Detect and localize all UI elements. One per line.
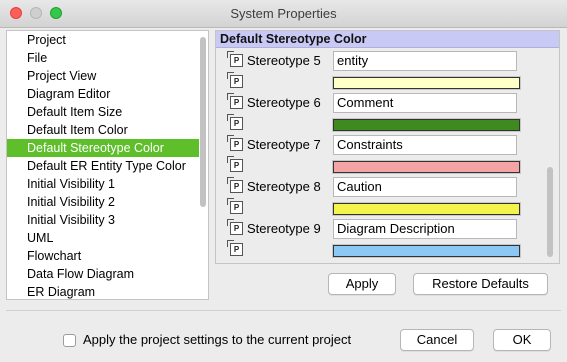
apply-project-settings-label: Apply the project settings to the curren… <box>83 332 352 347</box>
category-item[interactable]: Default Item Size <box>7 103 199 121</box>
category-item[interactable]: Initial Visibility 1 <box>7 175 199 193</box>
category-list-scrollbar[interactable] <box>200 37 206 207</box>
property-icon: P <box>227 93 243 109</box>
footer-divider <box>6 310 561 311</box>
stereotype-rows: P Stereotype 5 entity P P Stereotype 6 Comment… <box>216 51 546 261</box>
category-item[interactable]: Flowchart <box>7 247 199 265</box>
property-icon: P <box>227 240 243 256</box>
category-item[interactable]: Default ER Entity Type Color <box>7 157 199 175</box>
stereotype-label: Stereotype 9 <box>247 221 321 236</box>
system-properties-window: System Properties Project File Project Vie… <box>0 0 567 362</box>
property-icon: P <box>227 156 243 172</box>
stereotype-name-field[interactable]: Diagram Description <box>333 219 517 239</box>
category-item[interactable]: Initial Visibility 2 <box>7 193 199 211</box>
stereotype-color-swatch[interactable] <box>332 202 521 216</box>
category-item[interactable]: Project <box>7 31 199 49</box>
restore-defaults-button[interactable]: Restore Defaults <box>413 273 548 295</box>
property-icon: P <box>227 72 243 88</box>
stereotype-name-field[interactable]: entity <box>333 51 517 71</box>
category-item[interactable]: Data Flow Diagram <box>7 265 199 283</box>
category-item[interactable]: Initial Visibility 3 <box>7 211 199 229</box>
stereotype-row: P Stereotype 7 Constraints <box>216 135 546 156</box>
stereotype-name-field[interactable]: Comment <box>333 93 517 113</box>
stereotype-name-field[interactable]: Caution <box>333 177 517 197</box>
settings-panel: Default Stereotype Color P Stereotype 5 en… <box>215 30 560 264</box>
stereotype-color-swatch[interactable] <box>332 160 521 174</box>
stereotype-color-row: P <box>216 72 546 93</box>
ok-button[interactable]: OK <box>493 329 551 351</box>
category-list-panel: Project File Project View Diagram Editor Def… <box>6 30 209 300</box>
stereotype-color-row: P <box>216 156 546 177</box>
property-icon: P <box>227 114 243 130</box>
stereotype-row: P Stereotype 6 Comment <box>216 93 546 114</box>
stereotype-color-row: P <box>216 240 546 261</box>
category-item[interactable]: ER Diagram <box>7 283 199 299</box>
apply-button[interactable]: Apply <box>328 273 396 295</box>
apply-project-settings-checkbox[interactable] <box>63 334 76 347</box>
settings-panel-header: Default Stereotype Color <box>216 31 559 48</box>
stereotype-label: Stereotype 5 <box>247 53 321 68</box>
stereotype-color-row: P <box>216 114 546 135</box>
stereotype-label: Stereotype 7 <box>247 137 321 152</box>
property-icon: P <box>227 198 243 214</box>
cancel-button[interactable]: Cancel <box>400 329 474 351</box>
stereotype-row: P Stereotype 9 Diagram Description <box>216 219 546 240</box>
stereotype-row: P Stereotype 8 Caution <box>216 177 546 198</box>
category-item[interactable]: File <box>7 49 199 67</box>
property-icon: P <box>227 135 243 151</box>
stereotype-color-row: P <box>216 198 546 219</box>
stereotype-label: Stereotype 8 <box>247 179 321 194</box>
category-item[interactable]: Default Stereotype Color <box>7 139 199 157</box>
stereotype-name-field[interactable]: Constraints <box>333 135 517 155</box>
stereotype-label: Stereotype 6 <box>247 95 321 110</box>
category-item[interactable]: Default Item Color <box>7 121 199 139</box>
category-item[interactable]: Project View <box>7 67 199 85</box>
property-icon: P <box>227 51 243 67</box>
property-icon: P <box>227 219 243 235</box>
category-list: Project File Project View Diagram Editor Def… <box>7 31 199 299</box>
settings-panel-scrollbar[interactable] <box>547 167 553 257</box>
stereotype-color-swatch[interactable] <box>332 76 521 90</box>
stereotype-color-swatch[interactable] <box>332 244 521 258</box>
stereotype-row: P Stereotype 5 entity <box>216 51 546 72</box>
stereotype-color-swatch[interactable] <box>332 118 521 132</box>
category-item[interactable]: UML <box>7 229 199 247</box>
window-title: System Properties <box>230 6 337 21</box>
category-item[interactable]: Diagram Editor <box>7 85 199 103</box>
property-icon: P <box>227 177 243 193</box>
title-bar: System Properties <box>0 0 567 28</box>
